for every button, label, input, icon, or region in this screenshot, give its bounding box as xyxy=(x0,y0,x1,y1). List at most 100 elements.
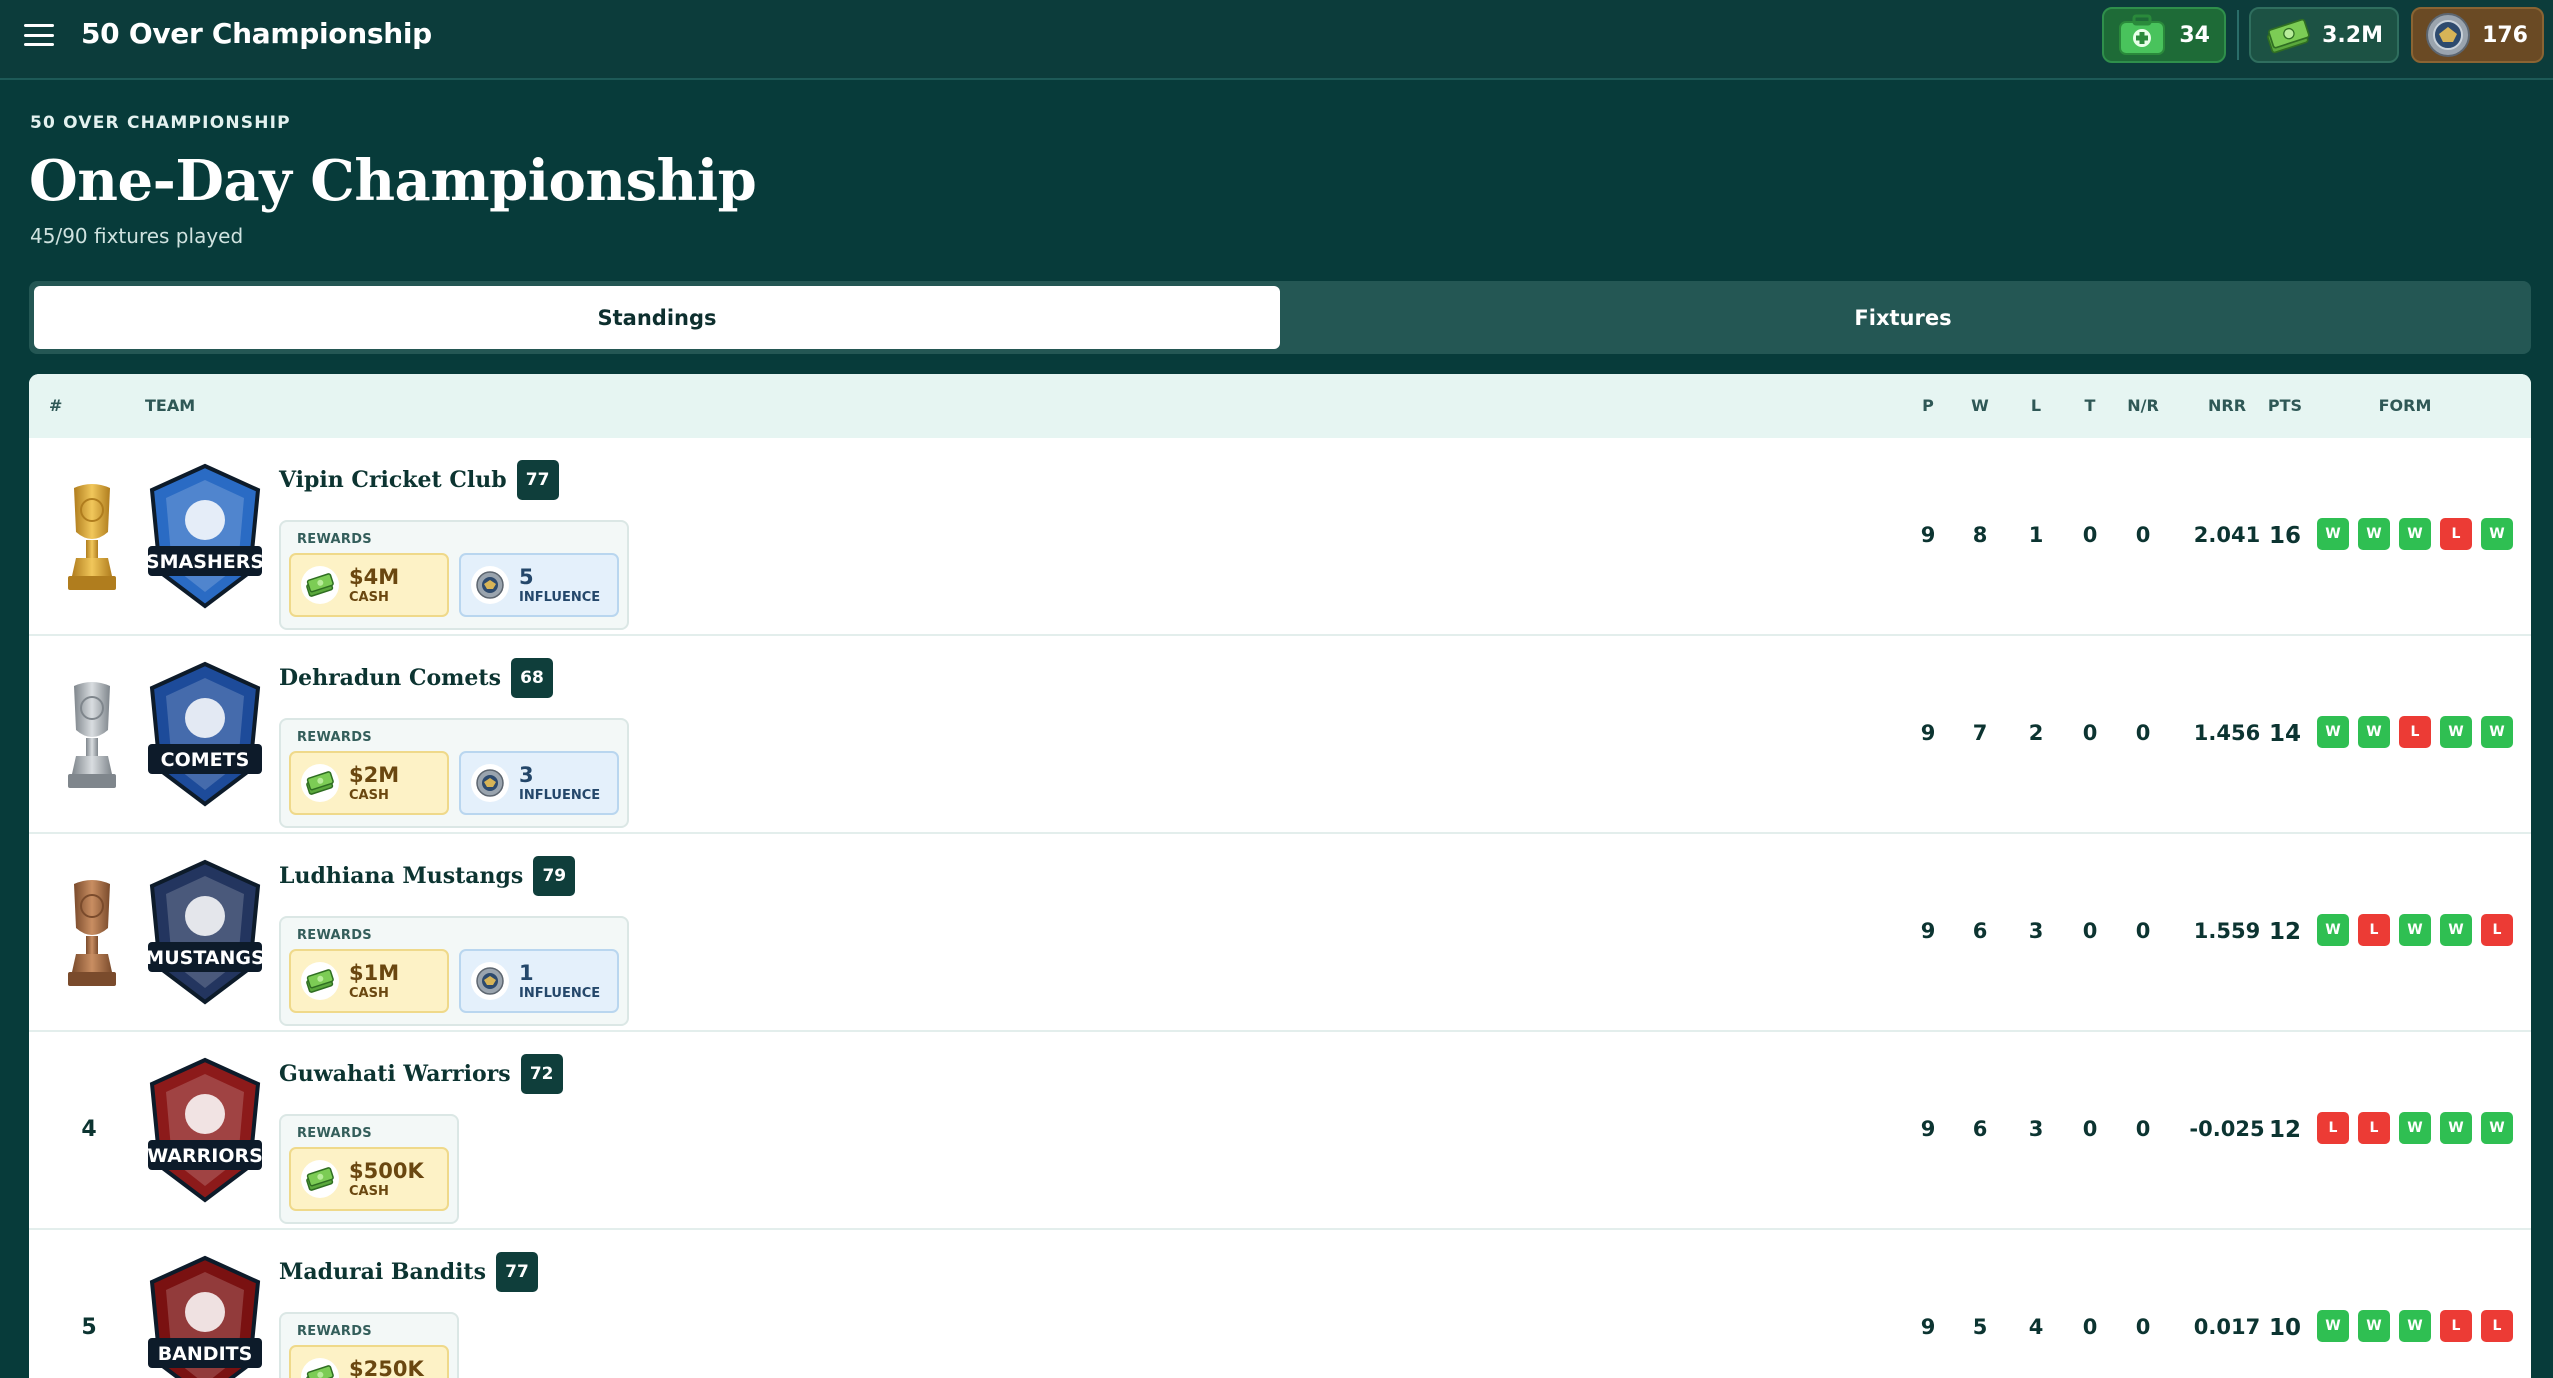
tab-fixtures[interactable]: Fixtures xyxy=(1280,286,2526,349)
cash-counter[interactable]: 3.2M xyxy=(2249,7,2399,63)
tab-standings[interactable]: Standings xyxy=(34,286,1280,349)
col-nrr: NRR xyxy=(2207,396,2247,415)
col-tied: T xyxy=(2084,396,2096,415)
table-row[interactable]: SMASHERS Vipin Cricket Club 77 REWARDS $… xyxy=(29,438,2531,636)
rewards-panel: REWARDS $1M CASH 1 INFLUENCE xyxy=(279,916,629,1026)
stat-no-result: 0 xyxy=(2135,919,2151,943)
hamburger-icon[interactable] xyxy=(24,22,54,48)
table-row[interactable]: 5 BANDITS Madurai Bandits 77 REWARDS $25… xyxy=(29,1230,2531,1378)
team-name[interactable]: Ludhiana Mustangs 79 xyxy=(279,856,576,896)
health-counter[interactable]: 34 xyxy=(2102,7,2226,63)
gold-trophy-icon xyxy=(68,484,116,590)
team-name[interactable]: Guwahati Warriors 72 xyxy=(279,1054,563,1094)
form-win-badge: W xyxy=(2440,1112,2472,1144)
view-tabs: Standings Fixtures xyxy=(29,281,2531,354)
form-loss-badge: L xyxy=(2440,518,2472,550)
influence-icon-wrap xyxy=(471,764,509,802)
team-logo-icon: BANDITS xyxy=(148,1255,262,1378)
stat-nrr: 0.017 xyxy=(2193,1315,2261,1339)
stat-points: 12 xyxy=(2268,1117,2302,1143)
col-lost: L xyxy=(2030,396,2042,415)
form-win-badge: W xyxy=(2358,518,2390,550)
form-win-badge: W xyxy=(2317,518,2349,550)
cash-stack-icon xyxy=(306,1365,334,1378)
health-value: 34 xyxy=(2179,22,2210,48)
cash-reward: $1M CASH xyxy=(289,949,449,1013)
stat-nrr: -0.025 xyxy=(2189,1117,2265,1141)
col-rank: # xyxy=(49,396,63,415)
stat-tied: 0 xyxy=(2082,523,2098,547)
stat-points: 10 xyxy=(2268,1315,2302,1341)
stat-nrr: 1.456 xyxy=(2193,721,2261,745)
cash-stack-icon xyxy=(306,573,334,597)
col-no-result: N/R xyxy=(2127,396,2159,415)
team-rating-badge: 77 xyxy=(516,460,559,500)
influence-reward-value: 5 xyxy=(519,564,534,589)
cash-icon-wrap xyxy=(301,1358,339,1378)
stat-nrr: 1.559 xyxy=(2193,919,2261,943)
rank-number: 4 xyxy=(81,1117,97,1142)
form-win-badge: W xyxy=(2481,518,2513,550)
form-win-badge: W xyxy=(2481,716,2513,748)
standings-table: # TEAM P W L T N/R NRR PTS FORM SMASHERS… xyxy=(29,374,2531,1378)
stat-lost: 2 xyxy=(2028,721,2044,745)
table-row[interactable]: 4 WARRIORS Guwahati Warriors 72 REWARDS … xyxy=(29,1032,2531,1230)
team-logo-icon: MUSTANGS xyxy=(145,859,265,1005)
form-loss-badge: L xyxy=(2399,716,2431,748)
form-win-badge: W xyxy=(2399,1310,2431,1342)
table-row[interactable]: COMETS Dehradun Comets 68 REWARDS $2M CA… xyxy=(29,636,2531,834)
stat-points: 16 xyxy=(2268,523,2302,549)
influence-reward: 5 INFLUENCE xyxy=(459,553,619,617)
stat-points: 14 xyxy=(2268,721,2302,747)
form-win-badge: W xyxy=(2358,716,2390,748)
form-win-badge: W xyxy=(2317,1310,2349,1342)
cash-stack-icon xyxy=(2267,18,2310,54)
team-logo-icon: COMETS xyxy=(148,661,262,807)
stat-tied: 0 xyxy=(2082,919,2098,943)
cash-value: 3.2M xyxy=(2322,22,2383,48)
stat-won: 7 xyxy=(1972,721,1988,745)
rewards-label: REWARDS xyxy=(297,928,372,943)
team-rating-badge: 79 xyxy=(533,856,576,896)
influence-counter[interactable]: 176 xyxy=(2411,7,2544,63)
form-guide: WWWLL xyxy=(2317,1310,2513,1342)
rewards-label: REWARDS xyxy=(297,730,372,745)
cash-reward-value: $250K xyxy=(349,1356,424,1378)
influence-reward-value: 3 xyxy=(519,762,534,787)
cash-reward-label: CASH xyxy=(349,985,389,1001)
influence-icon-wrap xyxy=(471,566,509,604)
stat-played: 9 xyxy=(1920,523,1936,547)
influence-medal-icon xyxy=(476,571,504,599)
col-won: W xyxy=(1971,396,1989,415)
team-rating-badge: 72 xyxy=(520,1054,563,1094)
rewards-panel: REWARDS $250K CASH xyxy=(279,1312,459,1378)
cash-reward: $2M CASH xyxy=(289,751,449,815)
stat-played: 9 xyxy=(1920,1117,1936,1141)
stat-won: 8 xyxy=(1972,523,1988,547)
svg-text:SMASHERS: SMASHERS xyxy=(146,551,264,573)
form-loss-badge: L xyxy=(2481,1310,2513,1342)
form-guide: LLWWW xyxy=(2317,1112,2513,1144)
team-logo-icon: SMASHERS xyxy=(146,463,264,609)
stat-lost: 4 xyxy=(2028,1315,2044,1339)
fixtures-progress: 45/90 fixtures played xyxy=(30,224,244,248)
team-rating-badge: 77 xyxy=(495,1252,538,1292)
team-name[interactable]: Vipin Cricket Club 77 xyxy=(279,460,559,500)
stat-played: 9 xyxy=(1920,919,1936,943)
team-name-text: Ludhiana Mustangs xyxy=(279,863,524,889)
svg-text:COMETS: COMETS xyxy=(161,749,250,771)
table-row[interactable]: MUSTANGS Ludhiana Mustangs 79 REWARDS $1… xyxy=(29,834,2531,1032)
rewards-label: REWARDS xyxy=(297,1324,372,1339)
cash-stack-icon xyxy=(306,1167,334,1191)
cash-reward: $250K CASH xyxy=(289,1345,449,1378)
form-win-badge: W xyxy=(2399,518,2431,550)
cash-stack-icon xyxy=(306,771,334,795)
rewards-panel: REWARDS $2M CASH 3 INFLUENCE xyxy=(279,718,629,828)
team-name[interactable]: Dehradun Comets 68 xyxy=(279,658,553,698)
silver-trophy-icon xyxy=(68,682,116,788)
team-name[interactable]: Madurai Bandits 77 xyxy=(279,1252,538,1292)
bronze-trophy-icon xyxy=(68,880,116,986)
stat-tied: 0 xyxy=(2082,1315,2098,1339)
form-loss-badge: L xyxy=(2358,1112,2390,1144)
influence-reward-label: INFLUENCE xyxy=(519,985,601,1001)
